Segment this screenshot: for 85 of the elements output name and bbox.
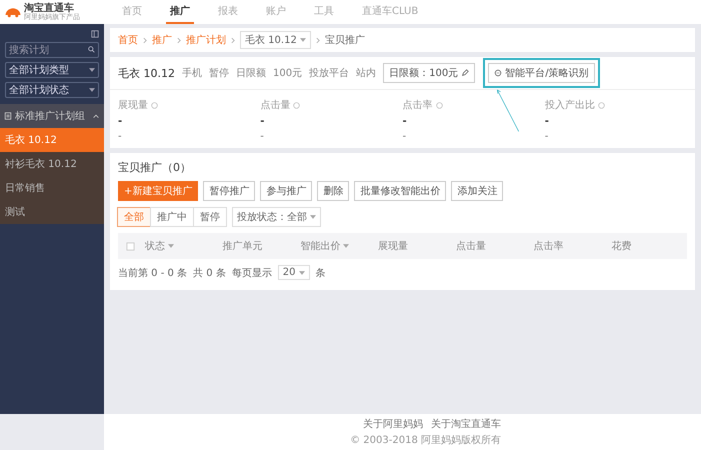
metric-change: - [118,131,123,142]
action-button[interactable]: 暂停推广 [203,181,256,201]
document-icon [4,112,12,120]
chevron-right-icon [177,36,181,44]
caret-icon [310,215,316,219]
search-field[interactable]: 搜索计划 [5,42,99,58]
action-button[interactable]: 添加关注 [451,181,504,201]
plan-item[interactable]: 日常销售 [0,176,104,200]
search-icon [88,46,95,53]
page-size-unit: 条 [316,266,326,280]
metric-label: 投入产出比 [544,98,595,112]
info-icon [436,102,442,108]
action-button[interactable]: 参与推广 [260,181,312,201]
filter-dropdown[interactable]: 全部计划状态 [5,82,99,98]
plan-button[interactable]: 智能平台/策略识别 [488,63,595,83]
caret-icon[interactable] [343,244,350,248]
checkbox[interactable] [126,242,135,250]
metric-value: - [118,116,124,127]
chevron-right-icon [231,36,235,44]
plan-meta: 暂停 [209,66,229,80]
plan-select[interactable]: 毛衣 10.12 [240,31,311,49]
action-button[interactable]: 删除 [317,181,350,201]
plan-group-header[interactable]: 标准推广计划组 [0,104,104,128]
metric-value: - [544,116,550,127]
page-total: 共 0 条 [193,266,226,280]
filter-tab[interactable]: 全部 [117,207,151,227]
breadcrumb-link[interactable]: 推广计划 [186,33,226,47]
column-header: 展现量 [378,240,408,253]
plan-button[interactable]: 日限额：100元 [383,63,476,83]
section-title: 宝贝推广（0） [118,160,192,175]
metric-label: 点击率 [402,98,432,112]
page-size-select[interactable]: 20 [278,265,310,280]
caret-icon [300,38,306,42]
plan-meta: 100元 [273,67,302,80]
metric-label: 展现量 [118,99,148,112]
status-dropdown[interactable]: 投放状态：全部 [232,207,321,227]
copyright: © 2003-2018 阿里妈妈版权所有 [350,434,501,447]
filter-tab[interactable]: 暂停 [193,207,227,227]
caret-icon [298,270,305,274]
page-size-label: 每页显示 [232,266,272,280]
breadcrumb-link[interactable]: 推广 [152,33,172,47]
footer-link[interactable]: 关于阿里妈妈 [363,417,423,431]
caret-icon [89,88,95,92]
pencil-icon [461,69,470,77]
column-header: 推广单元 [222,240,263,253]
action-button[interactable]: +新建宝贝推广 [118,181,198,201]
plan-meta: 投放平台 [309,66,350,80]
breadcrumb-current: 宝贝推广 [324,34,365,47]
column-header: 点击率 [534,240,564,253]
metric-value: - [402,116,408,127]
robot-icon [494,69,502,77]
metric-change: - [260,131,265,142]
column-header: 智能出价 [300,240,340,253]
metric-value: - [260,116,266,127]
metric-label: 点击量 [260,98,290,112]
page-range: 当前第 0 - 0 条 [118,266,188,280]
column-header: 花费 [611,240,632,253]
plan-item[interactable]: 毛衣 10.12 [0,128,104,152]
plan-meta: 手机 [182,66,202,80]
caret-icon[interactable] [168,244,174,248]
plan-name: 毛衣 10.12 [118,66,175,80]
chevron-right-icon [143,36,147,44]
group-label: 标准推广计划组 [15,110,85,123]
action-button[interactable]: 批量修改智能出价 [354,181,446,201]
plan-item[interactable]: 衬衫毛衣 10.12 [0,152,104,176]
plan-meta: 站内 [356,66,376,80]
info-icon [598,102,605,108]
footer-link[interactable]: 关于淘宝直通车 [431,417,501,431]
logo-title: 淘宝直通车 [24,4,75,14]
column-header: 状态 [145,240,165,253]
filter-tab[interactable]: 推广中 [150,207,194,227]
info-icon [293,102,300,108]
breadcrumb-link[interactable]: 首页 [118,33,138,47]
metric-change: - [544,131,550,142]
car-logo-icon [4,6,22,18]
info-icon [151,102,158,108]
metric-change: - [402,131,408,142]
caret-icon [89,68,95,72]
column-header: 点击量 [456,240,486,253]
plan-meta: 日限额 [236,66,266,80]
collapse-icon[interactable] [91,30,99,38]
chevron-right-icon [316,36,320,44]
nav-tab[interactable]: 推广 [166,0,194,24]
filter-dropdown[interactable]: 全部计划类型 [5,62,99,78]
plan-item[interactable]: 测试 [0,200,104,224]
